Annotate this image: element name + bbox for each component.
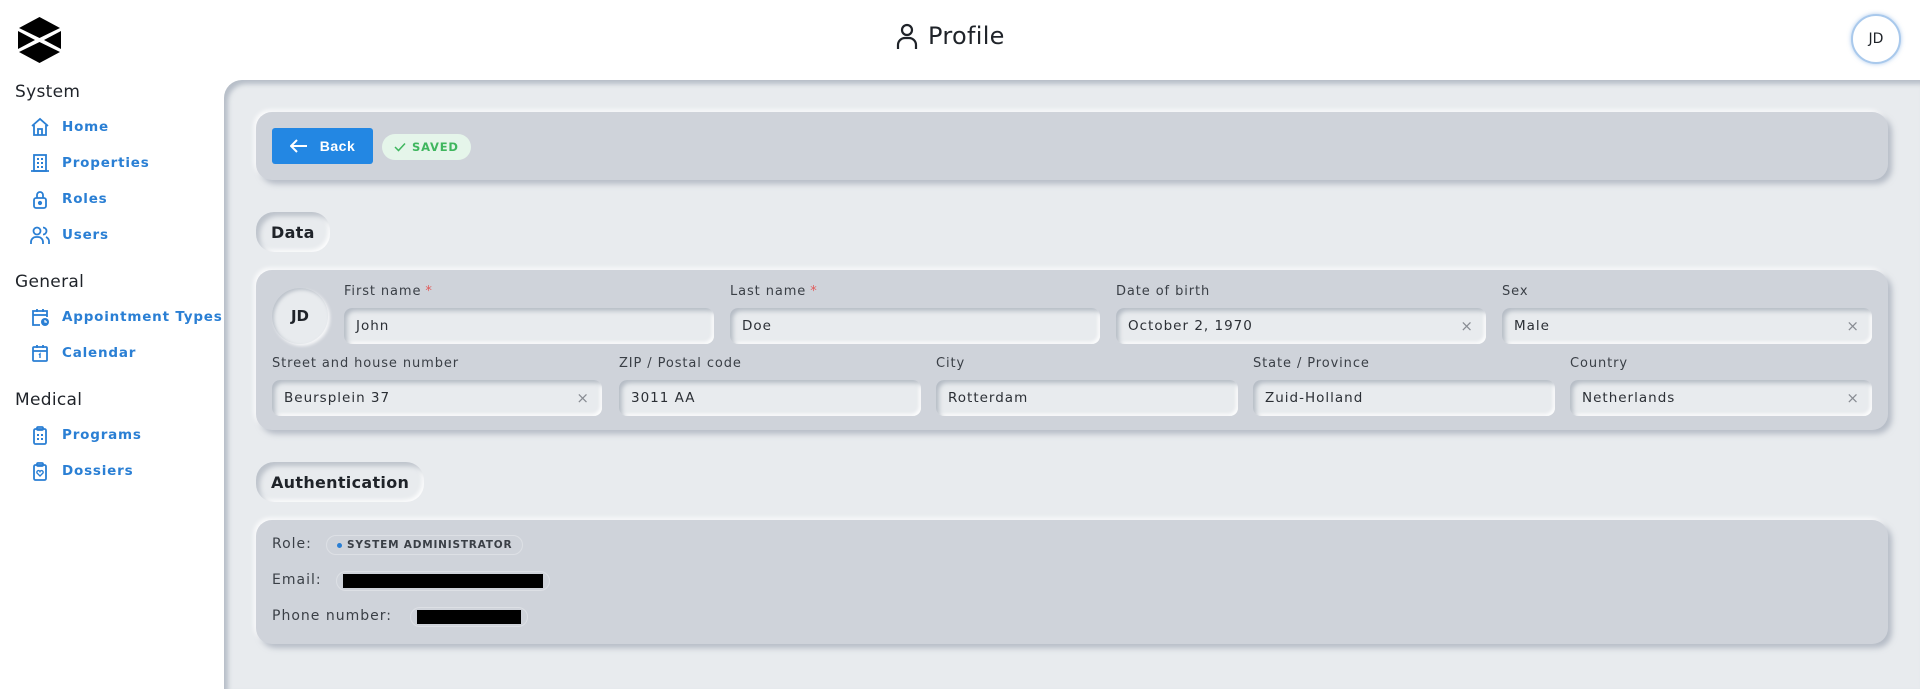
redacted-phone — [417, 610, 521, 624]
date-of-birth-input[interactable]: October 2, 1970 × — [1116, 308, 1486, 344]
saved-status-badge: SAVED — [382, 134, 471, 160]
calendar-clock-icon — [32, 309, 49, 326]
country-label: Country — [1570, 356, 1628, 371]
main-content: Back SAVED Data JD First name * John Last… — [224, 80, 1920, 689]
avatar-initials: JD — [1868, 31, 1884, 47]
role-value: SYSTEM ADMINISTRATOR — [347, 539, 513, 551]
sidebar-item-roles[interactable]: Roles — [30, 189, 108, 209]
back-button-label: Back — [319, 138, 356, 154]
zip-label: ZIP / Postal code — [619, 356, 742, 371]
sidebar-item-label: Calendar — [62, 345, 137, 361]
sidebar-section-medical: Medical — [15, 390, 83, 410]
home-icon — [31, 117, 49, 136]
avatar-initials: JD — [290, 307, 310, 325]
sidebar-section-general: General — [15, 272, 85, 292]
sidebar-item-label: Programs — [62, 427, 142, 443]
sidebar-item-calendar[interactable]: Calendar — [30, 343, 136, 363]
state-input[interactable]: Zuid-Holland — [1253, 380, 1555, 416]
lock-icon — [33, 191, 47, 209]
sidebar-item-label: Dossiers — [62, 463, 134, 479]
check-icon — [394, 142, 406, 152]
page-title-text: Profile — [928, 22, 1005, 50]
role-label: Role: — [272, 536, 312, 552]
clear-icon[interactable]: × — [1460, 317, 1474, 335]
redacted-email — [343, 574, 543, 588]
clear-icon[interactable]: × — [1846, 317, 1860, 335]
hexagon-x-logo[interactable] — [18, 17, 61, 63]
clear-icon[interactable]: × — [1846, 389, 1860, 407]
section-title-text: Data — [271, 222, 315, 242]
email-value — [336, 571, 550, 591]
sidebar-item-dossiers[interactable]: Dossiers — [30, 461, 133, 481]
arrow-left-icon — [289, 139, 307, 153]
first-name-label: First name * — [344, 284, 433, 299]
role-chip: SYSTEM ADMINISTRATOR — [326, 535, 524, 555]
sex-select[interactable]: Male × — [1502, 308, 1872, 344]
sex-label: Sex — [1502, 284, 1529, 299]
role-dot-icon — [337, 542, 342, 548]
country-select[interactable]: Netherlands × — [1570, 380, 1872, 416]
phone-number-value — [410, 607, 528, 627]
phone-number-label: Phone number: — [272, 608, 392, 624]
sidebar-section-system: System — [15, 82, 81, 102]
user-avatar-button[interactable]: JD — [1851, 14, 1901, 64]
users-icon — [30, 226, 50, 244]
first-name-input[interactable]: John — [344, 308, 714, 344]
section-title-text: Authentication — [271, 472, 410, 492]
data-panel: JD First name * John Last name * Doe Date … — [256, 270, 1888, 430]
last-name-input[interactable]: Doe — [730, 308, 1100, 344]
sidebar-item-properties[interactable]: Properties — [30, 153, 150, 173]
clear-icon[interactable]: × — [576, 389, 590, 407]
authentication-panel: Role: SYSTEM ADMINISTRATOR Email: Phone … — [256, 520, 1888, 644]
state-label: State / Province — [1253, 356, 1370, 371]
date-of-birth-label: Date of birth — [1116, 284, 1211, 299]
sidebar: System Home Properties Roles Users Gener… — [0, 80, 224, 689]
sidebar-item-label: Properties — [62, 155, 150, 171]
calendar-icon — [32, 345, 48, 362]
back-button[interactable]: Back — [272, 128, 373, 164]
city-input[interactable]: Rotterdam — [936, 380, 1238, 416]
clipboard-heart-icon — [33, 462, 47, 481]
top-bar: Profile JD — [0, 0, 1920, 80]
sidebar-item-appointment-types[interactable]: Appointment Types — [30, 307, 223, 327]
city-label: City — [936, 356, 966, 371]
sidebar-item-programs[interactable]: Programs — [30, 425, 142, 445]
street-input[interactable]: Beursplein 37 × — [272, 380, 602, 416]
building-icon — [31, 154, 49, 172]
sidebar-item-home[interactable]: Home — [30, 117, 109, 137]
clipboard-list-icon — [33, 426, 47, 445]
page-title: Profile — [896, 22, 1005, 50]
toolbar-panel: Back SAVED — [256, 112, 1888, 180]
saved-status-text: SAVED — [412, 140, 459, 154]
sidebar-item-label: Appointment Types — [62, 309, 223, 325]
zip-input[interactable]: 3011 AA — [619, 380, 921, 416]
sidebar-item-label: Roles — [62, 191, 108, 207]
last-name-label: Last name * — [730, 284, 818, 299]
sidebar-item-label: Users — [62, 227, 109, 243]
section-title-authentication: Authentication — [256, 462, 425, 502]
sidebar-item-label: Home — [62, 119, 109, 135]
street-label: Street and house number — [272, 356, 459, 371]
section-title-data: Data — [256, 212, 330, 252]
profile-avatar[interactable]: JD — [272, 288, 328, 344]
email-label: Email: — [272, 572, 322, 588]
user-icon — [896, 23, 918, 49]
sidebar-item-users[interactable]: Users — [30, 225, 109, 245]
